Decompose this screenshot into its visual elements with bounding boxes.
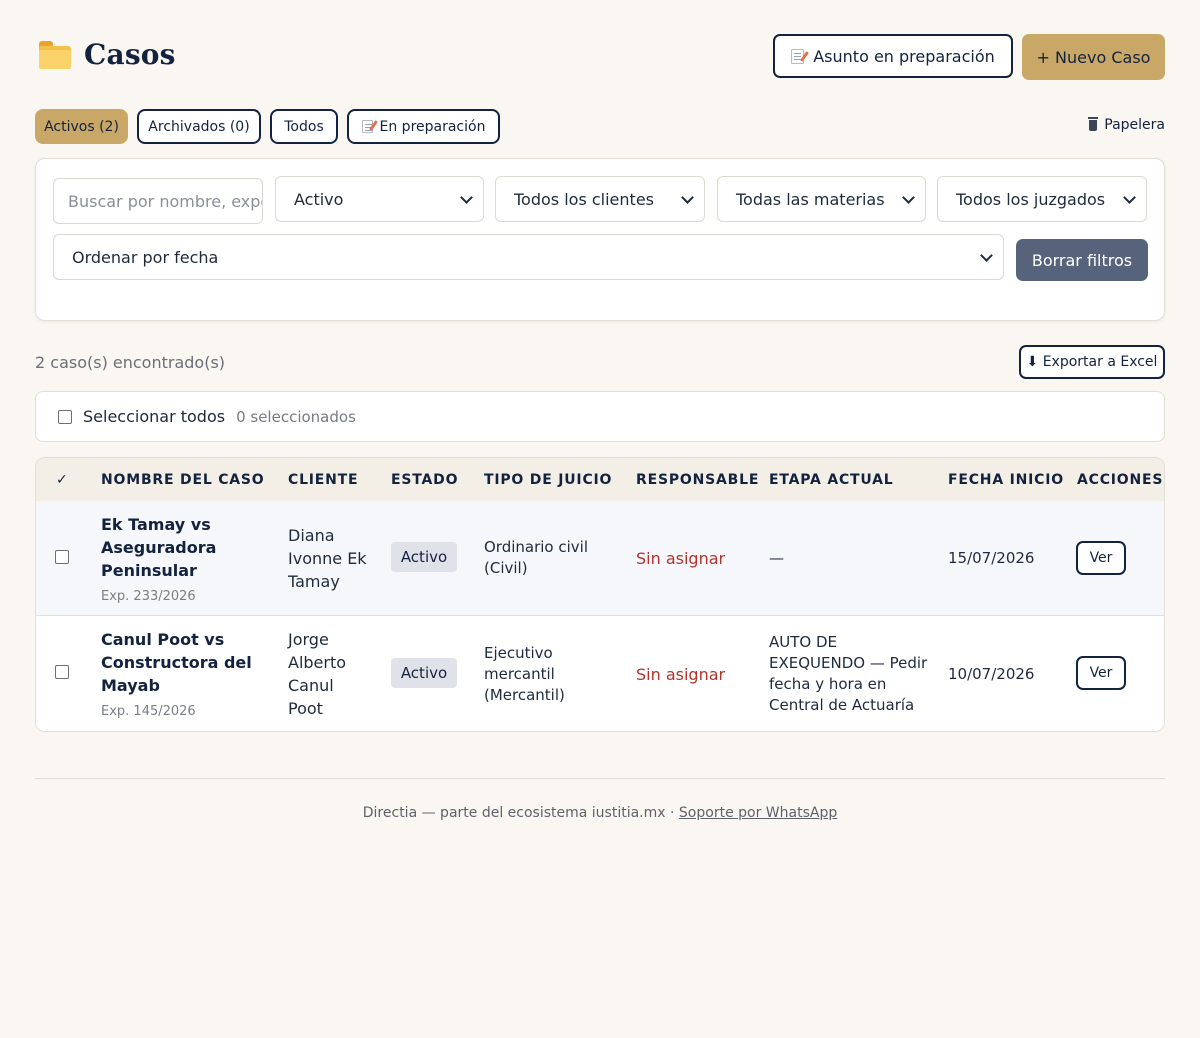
status-select-value: Activo [294, 189, 344, 209]
row-checkbox[interactable] [55, 665, 69, 679]
col-name-header: NOMBRE DEL CASO [101, 472, 265, 488]
new-case-label: + Nuevo Caso [1036, 47, 1151, 67]
chevron-down-icon [980, 249, 993, 262]
tab-in-preparation[interactable]: En preparación [347, 109, 500, 144]
table-row: Ek Tamay vs Aseguradora Peninsular Exp. … [36, 501, 1164, 616]
responsible-cell: Sin asignar [636, 665, 726, 684]
trash-icon [1088, 116, 1099, 131]
selected-count: 0 seleccionados [236, 407, 356, 426]
clear-filters-label: Borrar filtros [1031, 250, 1133, 270]
tab-all-label: Todos [284, 118, 324, 135]
col-type-header: TIPO DE JUICIO [484, 472, 613, 488]
footer-text: Directia — parte del ecosistema iustitia… [362, 805, 679, 821]
chevron-down-icon [460, 191, 473, 204]
clear-filters-button[interactable]: Borrar filtros [1016, 239, 1148, 281]
whatsapp-support-link[interactable]: Soporte por WhatsApp [679, 805, 837, 821]
case-type-cell: Ejecutivo mercantil (Mercantil) [484, 644, 565, 704]
select-all-bar: Seleccionar todos 0 seleccionados [35, 391, 1165, 442]
case-name-cell: Canul Poot vs Constructora del Mayab Exp… [101, 628, 252, 723]
filters-card: Buscar por nombre, expediente... Activo … [35, 158, 1165, 321]
subject-select-value: Todas las materias [736, 189, 885, 209]
client-cell: Jorge Alberto Canul Poot [288, 630, 347, 718]
tab-all[interactable]: Todos [270, 109, 338, 144]
court-select[interactable]: Todos los juzgados [937, 176, 1147, 222]
chevron-down-icon [1123, 191, 1136, 204]
case-name-link[interactable]: Canul Poot vs Constructora del Mayab [101, 628, 252, 697]
sort-select[interactable]: Ordenar por fecha [53, 234, 1004, 280]
view-case-button[interactable]: Ver [1076, 656, 1126, 690]
page-title: Casos [84, 38, 176, 71]
folder-icon [39, 40, 71, 69]
page-header: Casos Asunto en preparación + Nuevo Caso [35, 34, 1165, 82]
subject-select[interactable]: Todas las materias [717, 176, 926, 222]
export-excel-label: ⬇ Exportar a Excel [1026, 354, 1158, 370]
title-group: Casos [39, 38, 176, 71]
status-badge: Activo [391, 542, 457, 572]
col-client-header: CLIENTE [288, 472, 359, 488]
select-all-checkbox[interactable] [58, 409, 72, 424]
view-case-button[interactable]: Ver [1076, 541, 1126, 575]
table-row: Canul Poot vs Constructora del Mayab Exp… [36, 616, 1164, 731]
tab-in-preparation-label: En preparación [379, 118, 486, 135]
col-stage-header: ETAPA ACTUAL [769, 472, 894, 488]
trash-label: Papelera [1104, 117, 1165, 133]
col-responsible-header: RESPONSABLE [636, 472, 760, 488]
case-name-link[interactable]: Ek Tamay vs Aseguradora Peninsular [101, 513, 216, 582]
case-exp: Exp. 145/2026 [101, 704, 196, 719]
status-badge: Activo [391, 658, 457, 688]
client-cell: Diana Ivonne Ek Tamay [288, 526, 367, 591]
stage-cell: — [769, 549, 784, 567]
view-case-label: Ver [1089, 665, 1113, 681]
tab-active[interactable]: Activos (2) [35, 109, 128, 144]
start-date-cell: 15/07/2026 [948, 549, 1035, 567]
case-exp: Exp. 233/2026 [101, 589, 196, 604]
sort-select-value: Ordenar por fecha [72, 247, 219, 267]
memo-icon [791, 48, 805, 64]
cases-table: ✓ NOMBRE DEL CASO CLIENTE ESTADO TIPO DE… [35, 457, 1165, 732]
tab-archived[interactable]: Archivados (0) [137, 109, 261, 144]
tab-active-label: Activos (2) [44, 118, 119, 135]
case-name-cell: Ek Tamay vs Aseguradora Peninsular Exp. … [101, 513, 216, 608]
col-date-header: FECHA INICIO [948, 472, 1064, 488]
client-select[interactable]: Todos los clientes [495, 176, 705, 222]
chevron-down-icon [681, 191, 694, 204]
footer: Directia — parte del ecosistema iustitia… [35, 805, 1165, 821]
footer-divider [35, 778, 1165, 779]
trash-link[interactable]: Papelera [1088, 116, 1165, 133]
results-count: 2 caso(s) encontrado(s) [35, 353, 226, 372]
stage-cell: AUTO DE EXEQUENDO — Pedir fecha y hora e… [769, 633, 928, 714]
prep-case-label: Asunto en preparación [813, 46, 995, 66]
case-tabs: Activos (2) Archivados (0) Todos En prep… [35, 109, 1165, 144]
tab-archived-label: Archivados (0) [148, 118, 250, 135]
search-input[interactable]: Buscar por nombre, expediente... [53, 178, 263, 224]
col-status-header: ESTADO [391, 472, 459, 488]
chevron-down-icon [902, 191, 915, 204]
export-excel-button[interactable]: ⬇ Exportar a Excel [1019, 345, 1165, 379]
col-actions-header: ACCIONES [1077, 472, 1164, 488]
court-select-value: Todos los juzgados [956, 189, 1106, 209]
col-check-header: ✓ [56, 472, 69, 488]
client-select-value: Todos los clientes [514, 189, 654, 209]
view-case-label: Ver [1089, 550, 1113, 566]
prep-case-button[interactable]: Asunto en preparación [773, 34, 1013, 78]
table-header: ✓ NOMBRE DEL CASO CLIENTE ESTADO TIPO DE… [36, 458, 1164, 501]
case-type-cell: Ordinario civil (Civil) [484, 538, 589, 577]
row-checkbox[interactable] [55, 550, 69, 564]
responsible-cell: Sin asignar [636, 549, 726, 568]
new-case-button[interactable]: + Nuevo Caso [1022, 34, 1165, 80]
search-placeholder: Buscar por nombre, expediente... [68, 191, 262, 211]
select-all-label[interactable]: Seleccionar todos [83, 407, 225, 426]
status-select[interactable]: Activo [275, 176, 484, 222]
start-date-cell: 10/07/2026 [948, 665, 1035, 683]
memo-icon [361, 120, 373, 133]
